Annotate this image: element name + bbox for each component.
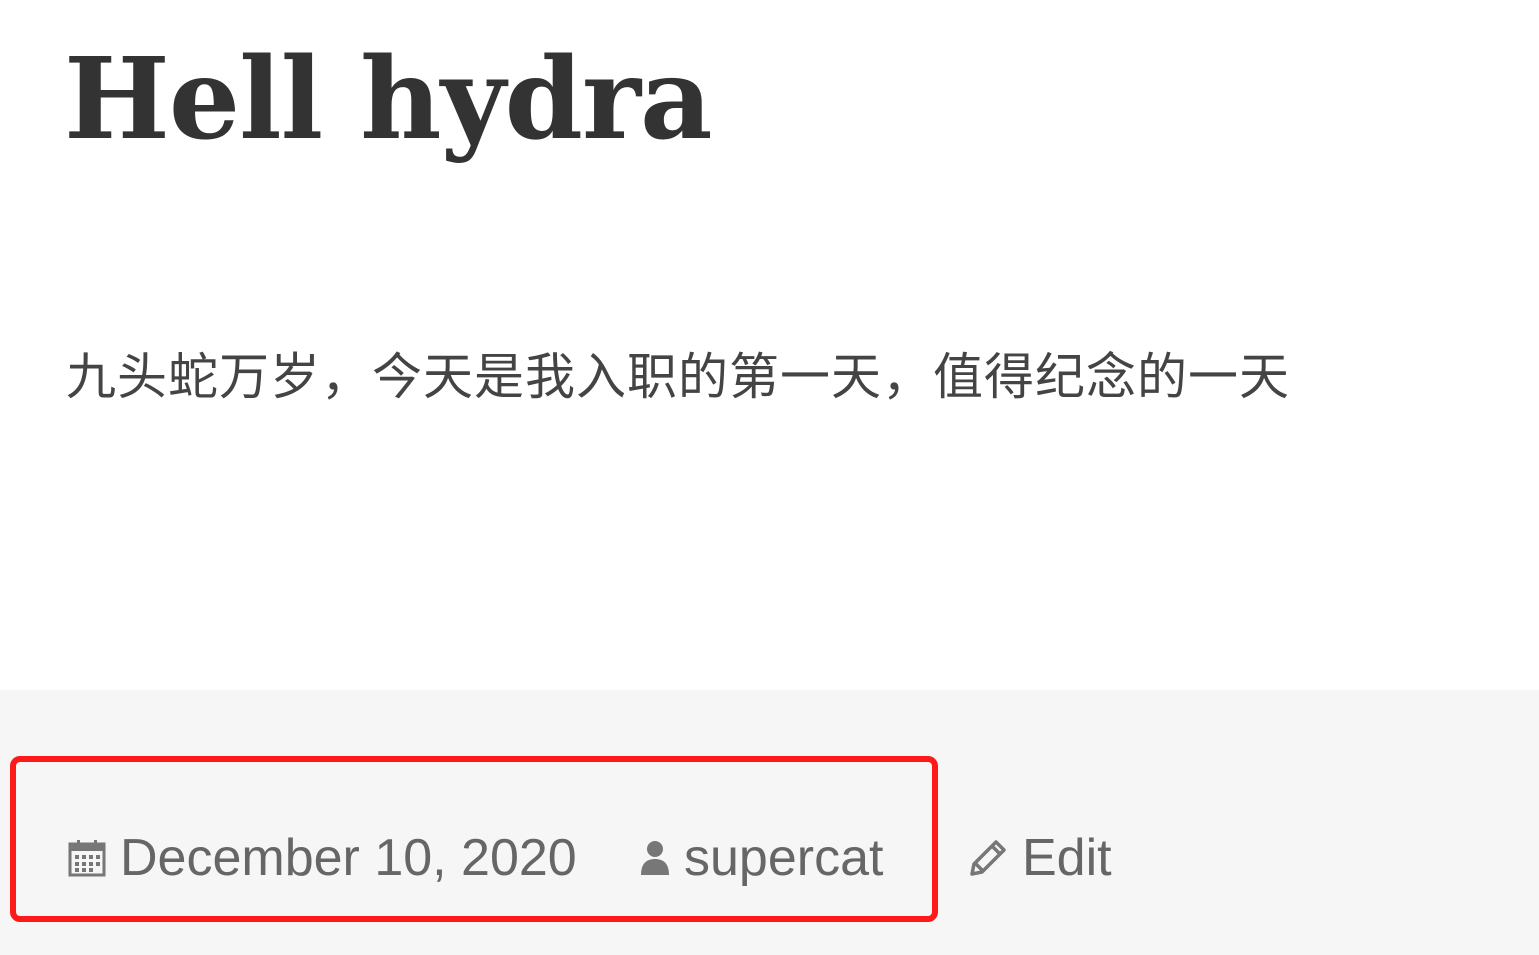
post-author-link[interactable]: supercat bbox=[684, 828, 883, 888]
user-icon bbox=[640, 839, 670, 877]
post-date-link[interactable]: December 10, 2020 bbox=[120, 828, 577, 888]
post-page: Hell hydra 九头蛇万岁，今天是我入职的第一天，值得纪念的一天 Dece… bbox=[0, 0, 1539, 955]
post-edit: Edit bbox=[968, 826, 1112, 890]
edit-post-link[interactable]: Edit bbox=[1022, 828, 1112, 888]
pencil-icon bbox=[968, 838, 1008, 878]
post-title: Hell hydra bbox=[64, 34, 713, 165]
entry-footer: December 10, 2020 supercat Edit bbox=[0, 690, 1539, 955]
post-date: December 10, 2020 bbox=[68, 826, 577, 890]
post-author: supercat bbox=[640, 826, 883, 890]
calendar-icon bbox=[68, 839, 106, 877]
post-content: 九头蛇万岁，今天是我入职的第一天，值得纪念的一天 bbox=[66, 348, 1290, 406]
